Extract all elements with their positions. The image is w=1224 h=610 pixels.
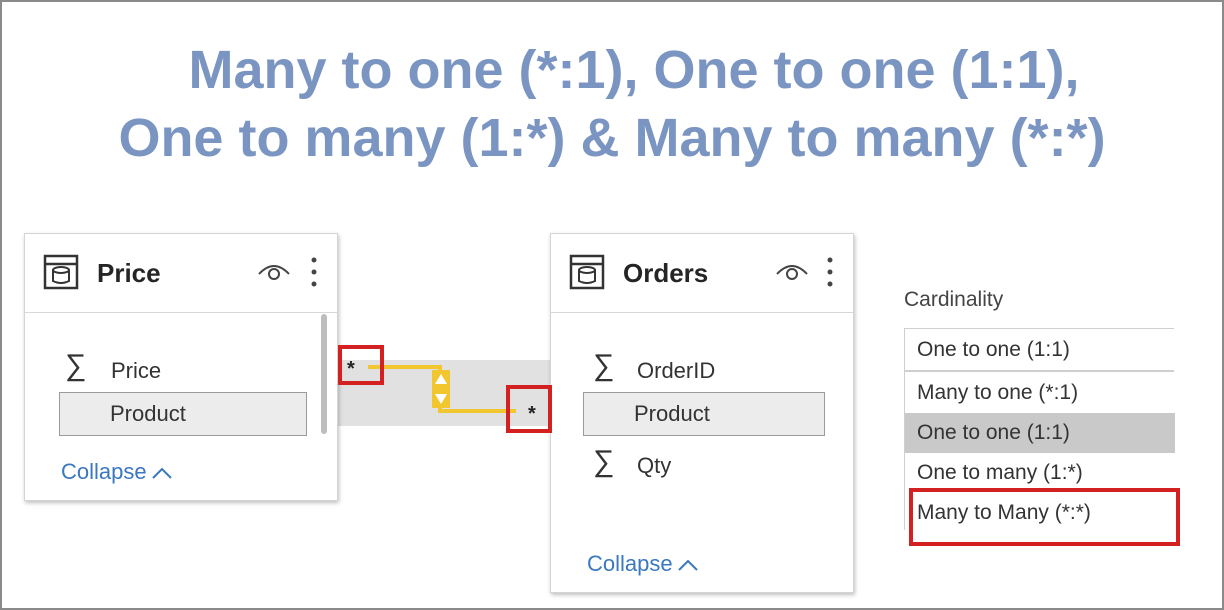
sigma-icon: ∑	[593, 445, 615, 478]
field-orderid[interactable]: OrderID	[637, 358, 715, 384]
sigma-icon: ∑	[65, 349, 87, 382]
collapse-button[interactable]: Collapse	[587, 551, 699, 577]
cardinality-option-many-to-one[interactable]: Many to one (*:1)	[905, 373, 1175, 413]
field-product[interactable]: Product	[583, 392, 825, 436]
more-options-icon[interactable]	[309, 256, 319, 288]
orders-table-name: Orders	[623, 258, 709, 288]
field-product-label: Product	[634, 401, 710, 426]
option-label: Many to one (*:1)	[917, 381, 1079, 404]
price-table-card[interactable]: Price ∑ Price Product Collapse	[24, 233, 338, 501]
chevron-up-icon	[151, 467, 172, 479]
orders-table-header: Orders	[551, 234, 853, 313]
option-label: One to one (1:1)	[917, 421, 1070, 444]
many-to-many-highlight	[909, 488, 1180, 546]
option-label: One to many (1:*)	[917, 461, 1083, 484]
title-line-2: One to many (1:*) & Many to many (*:*)	[118, 108, 1106, 168]
eye-icon[interactable]	[775, 260, 809, 284]
field-product-label: Product	[110, 401, 186, 426]
collapse-label: Collapse	[61, 459, 147, 484]
cardinality-option-one-to-one[interactable]: One to one (1:1)	[905, 413, 1175, 453]
price-table-header: Price	[25, 234, 337, 313]
eye-icon[interactable]	[257, 260, 291, 284]
scrollbar[interactable]	[321, 314, 327, 434]
table-icon	[569, 254, 605, 290]
sigma-icon: ∑	[593, 349, 615, 382]
cardinality-marker-right: *	[528, 403, 536, 425]
collapse-button[interactable]: Collapse	[61, 459, 173, 485]
title-line-1: Many to one (*:1), One to one (1:1),	[188, 40, 1080, 100]
chevron-up-icon	[677, 559, 698, 571]
cardinality-marker-left: *	[347, 358, 355, 380]
more-options-icon[interactable]	[825, 256, 835, 288]
price-table-name: Price	[97, 258, 161, 288]
cardinality-label: Cardinality	[904, 288, 1004, 311]
table-icon	[43, 254, 79, 290]
field-qty[interactable]: Qty	[637, 453, 671, 479]
collapse-label: Collapse	[587, 551, 673, 576]
cardinality-option-one-to-many[interactable]: One to many (1:*)	[905, 453, 1175, 493]
many-end-highlight-left	[338, 345, 384, 385]
field-price[interactable]: Price	[111, 358, 161, 384]
cardinality-selected-value: One to one (1:1)	[917, 338, 1070, 361]
orders-table-card[interactable]: Orders ∑ OrderID Product ∑ Qty Collapse	[550, 233, 854, 593]
field-product[interactable]: Product	[59, 392, 307, 436]
cardinality-dropdown[interactable]: One to one (1:1)	[904, 328, 1174, 372]
